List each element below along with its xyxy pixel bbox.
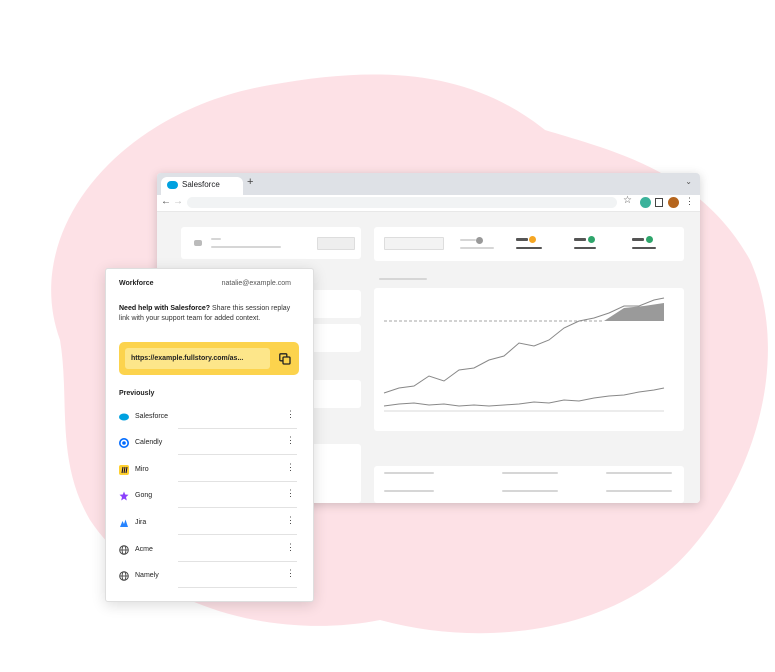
details-card: [307, 444, 361, 503]
details-card: [307, 290, 361, 318]
app-row-gong[interactable]: Gong ⋮: [119, 483, 297, 509]
divider: [178, 481, 297, 482]
app-row-calendly[interactable]: Calendly ⋮: [119, 430, 297, 456]
gong-icon: [119, 491, 129, 501]
placeholder-line: [606, 472, 672, 474]
placeholder-line: [211, 238, 221, 240]
placeholder-line: [632, 247, 656, 249]
app-label: Salesforce: [135, 413, 169, 420]
details-card: [307, 324, 361, 352]
more-options-icon[interactable]: ⋮: [286, 436, 295, 445]
divider: [178, 561, 297, 562]
fullstory-extension-icon[interactable]: [640, 197, 651, 208]
divider: [178, 428, 297, 429]
placeholder-line: [502, 490, 558, 492]
help-title: Need help with Salesforce?: [119, 305, 211, 312]
salesforce-logo-icon: [167, 181, 178, 189]
placeholder-line: [460, 239, 476, 241]
copy-icon[interactable]: [279, 353, 291, 365]
fullstory-panel: Workforce natalie@example.com Need help …: [105, 268, 314, 602]
placeholder-line: [516, 238, 528, 241]
app-row-acme[interactable]: Acme ⋮: [119, 537, 297, 563]
salesforce-icon: [119, 413, 129, 421]
back-button[interactable]: ←: [161, 196, 171, 207]
app-label: Miro: [135, 466, 149, 473]
placeholder-line: [211, 246, 281, 248]
jira-icon: [120, 519, 128, 527]
app-label: Namely: [135, 572, 159, 579]
tab-title: Salesforce: [182, 180, 220, 189]
divider: [178, 454, 297, 455]
placeholder-line: [516, 247, 542, 249]
app-row-jira[interactable]: Jira ⋮: [119, 510, 297, 536]
new-tab-button[interactable]: +: [247, 176, 253, 188]
divider: [178, 587, 297, 588]
placeholder-line: [574, 247, 596, 249]
placeholder-line: [194, 240, 202, 246]
session-link-box: https://example.fullstory.com/as...: [119, 342, 299, 375]
chart-lines: [383, 297, 665, 412]
status-icon: [529, 236, 536, 243]
address-bar[interactable]: [187, 197, 617, 208]
tab-salesforce[interactable]: Salesforce: [161, 177, 243, 195]
user-email: natalie@example.com: [221, 280, 291, 287]
previously-heading: Previously: [119, 390, 155, 397]
app-label: Acme: [135, 546, 153, 553]
divider: [178, 507, 297, 508]
session-link-field[interactable]: https://example.fullstory.com/as...: [125, 348, 270, 369]
more-options-icon[interactable]: ⋮: [286, 463, 295, 472]
placeholder-line: [632, 238, 644, 241]
placeholder-line: [460, 247, 494, 249]
app-label: Calendly: [135, 439, 163, 446]
placeholder-line: [384, 237, 444, 250]
placeholder-line: [384, 490, 434, 492]
tab-search-chevron-icon[interactable]: ⌄: [685, 177, 692, 186]
app-row-namely[interactable]: Namely ⋮: [119, 563, 297, 589]
more-options-icon[interactable]: ⋮: [286, 543, 295, 552]
browser-menu-icon[interactable]: ⋮: [685, 196, 694, 207]
placeholder-line: [502, 472, 558, 474]
bookmark-star-icon[interactable]: ☆: [623, 195, 632, 206]
more-options-icon[interactable]: ⋮: [286, 410, 295, 419]
placeholder-line: [317, 237, 355, 250]
more-options-icon[interactable]: ⋮: [286, 516, 295, 525]
status-icon: [646, 236, 653, 243]
forward-button[interactable]: →: [173, 196, 183, 207]
miro-icon: [119, 465, 129, 475]
calendly-icon: [119, 438, 129, 448]
placeholder-line: [574, 238, 586, 241]
tab-strip: Salesforce + ⌄: [157, 173, 700, 195]
placeholder-line: [379, 278, 427, 280]
app-row-miro[interactable]: Miro ⋮: [119, 457, 297, 483]
status-icon: [588, 236, 595, 243]
side-panel-icon[interactable]: [655, 198, 663, 207]
record-header-card: [181, 227, 361, 259]
divider: [178, 534, 297, 535]
status-icon: [476, 237, 483, 244]
workspace-name: Workforce: [119, 280, 154, 287]
app-label: Jira: [135, 519, 147, 526]
app-label: Gong: [135, 492, 153, 499]
profile-avatar[interactable]: [668, 197, 679, 208]
help-message: Need help with Salesforce? Share this se…: [119, 304, 301, 324]
more-options-icon[interactable]: ⋮: [286, 569, 295, 578]
app-row-salesforce[interactable]: Salesforce ⋮: [119, 404, 297, 430]
placeholder-line: [384, 472, 434, 474]
path-card: [374, 227, 684, 261]
browser-toolbar: ← → ☆ ⋮: [157, 195, 700, 212]
more-options-icon[interactable]: ⋮: [286, 489, 295, 498]
details-card: [307, 380, 361, 408]
globe-icon: [119, 571, 129, 581]
placeholder-line: [606, 490, 672, 492]
activity-card: [374, 466, 684, 503]
globe-icon: [119, 545, 129, 555]
